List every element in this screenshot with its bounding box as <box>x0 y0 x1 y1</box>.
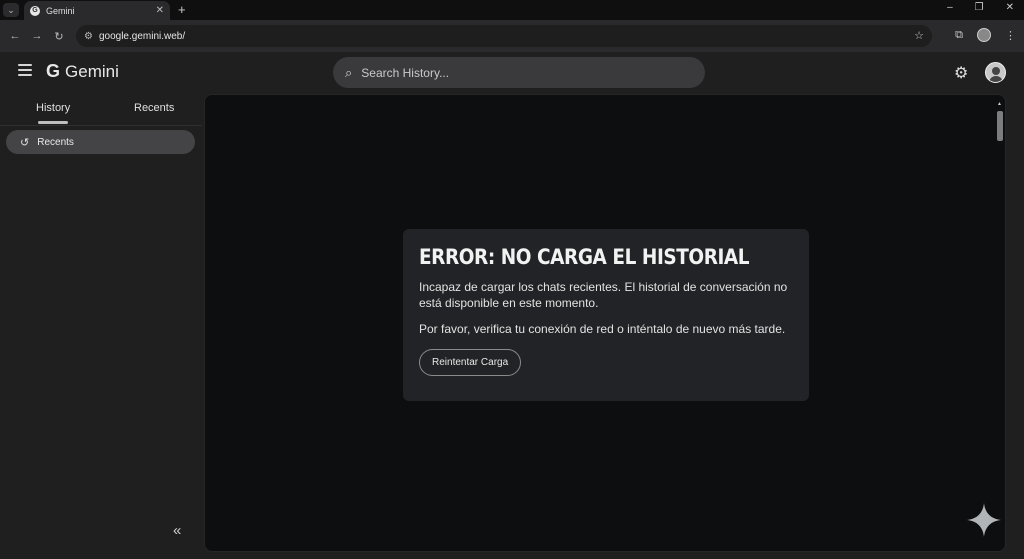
bookmark-star-icon[interactable]: ☆ <box>914 29 924 42</box>
address-bar[interactable]: ⚙ google.gemini.web/ ☆ <box>76 25 932 47</box>
search-icon: ⌕ <box>345 64 353 80</box>
site-info-icon[interactable]: ⚙ <box>84 31 93 42</box>
browser-tab[interactable]: G Gemini ✕ <box>24 1 170 20</box>
scroll-up-arrow-icon[interactable]: ▲ <box>997 101 1002 107</box>
tab-recents[interactable]: Recents <box>134 102 174 114</box>
close-tab-icon[interactable]: ✕ <box>156 5 164 16</box>
sidebar-item-label: Recents <box>37 136 74 148</box>
profile-avatar[interactable] <box>977 28 991 42</box>
error-message: Incapaz de cargar los chats recientes. E… <box>419 280 788 310</box>
extensions-icon[interactable]: ⧉ <box>955 29 963 42</box>
minimize-icon[interactable]: – <box>947 2 953 13</box>
scrollbar-thumb[interactable] <box>997 111 1003 141</box>
settings-gear-icon[interactable]: ⚙ <box>954 63 968 83</box>
sidebar-item-recents[interactable]: ↺ Recents <box>6 130 195 154</box>
tab-search-button[interactable]: ⌄ <box>3 3 19 17</box>
reload-icon[interactable]: ↻ <box>48 30 70 43</box>
brand-logo: G Gemini <box>46 61 119 82</box>
chevron-down-icon: ⌄ <box>7 4 15 15</box>
window-controls: – ❐ ✕ <box>947 2 1014 13</box>
tab-title: Gemini <box>46 5 75 16</box>
url-text: google.gemini.web/ <box>98 30 186 42</box>
main-content-panel: ▲ ERROR: NO CARGA EL HISTORIAL Incapaz d… <box>204 94 1006 552</box>
back-icon[interactable]: ← <box>4 30 26 42</box>
sidebar-tabs: History Recents <box>0 94 202 126</box>
collapse-sidebar-icon[interactable]: « <box>173 522 181 539</box>
tab-history[interactable]: History <box>36 102 70 114</box>
menu-icon[interactable] <box>18 64 32 76</box>
error-hint: Por favor, verifica tu conexión de red o… <box>419 322 786 336</box>
user-avatar[interactable] <box>985 62 1006 83</box>
error-card: ERROR: NO CARGA EL HISTORIAL Incapaz de … <box>403 229 809 401</box>
search-bar[interactable]: ⌕ <box>333 57 705 88</box>
gemini-sparkle-icon <box>967 503 1001 537</box>
new-tab-icon[interactable]: + <box>178 2 186 17</box>
history-icon: ↺ <box>20 136 30 149</box>
browser-toolbar: ← → ↻ ⚙ google.gemini.web/ ☆ ⧉ ⋮ <box>0 20 1024 52</box>
error-title: ERROR: NO CARGA EL HISTORIAL <box>419 245 750 269</box>
active-tab-indicator <box>38 121 68 124</box>
more-menu-icon[interactable]: ⋮ <box>1005 29 1016 42</box>
toolbar-actions: ⧉ ⋮ <box>955 28 1016 42</box>
sidebar: History Recents ↺ Recents « <box>0 94 202 559</box>
restore-icon[interactable]: ❐ <box>975 2 984 13</box>
app-header: G Gemini ⌕ ⚙ <box>0 52 1024 94</box>
google-g-icon: G <box>46 61 61 81</box>
retry-button[interactable]: Reintentar Carga <box>419 349 522 376</box>
brand-name: Gemini <box>65 61 119 81</box>
search-input[interactable] <box>361 65 662 80</box>
forward-icon[interactable]: → <box>26 30 48 42</box>
gemini-favicon-icon: G <box>30 5 40 16</box>
browser-tab-bar: ⌄ G Gemini ✕ + – ❐ ✕ <box>0 0 1024 20</box>
scrollbar[interactable]: ▲ <box>997 101 1003 541</box>
close-window-icon[interactable]: ✕ <box>1006 2 1014 13</box>
